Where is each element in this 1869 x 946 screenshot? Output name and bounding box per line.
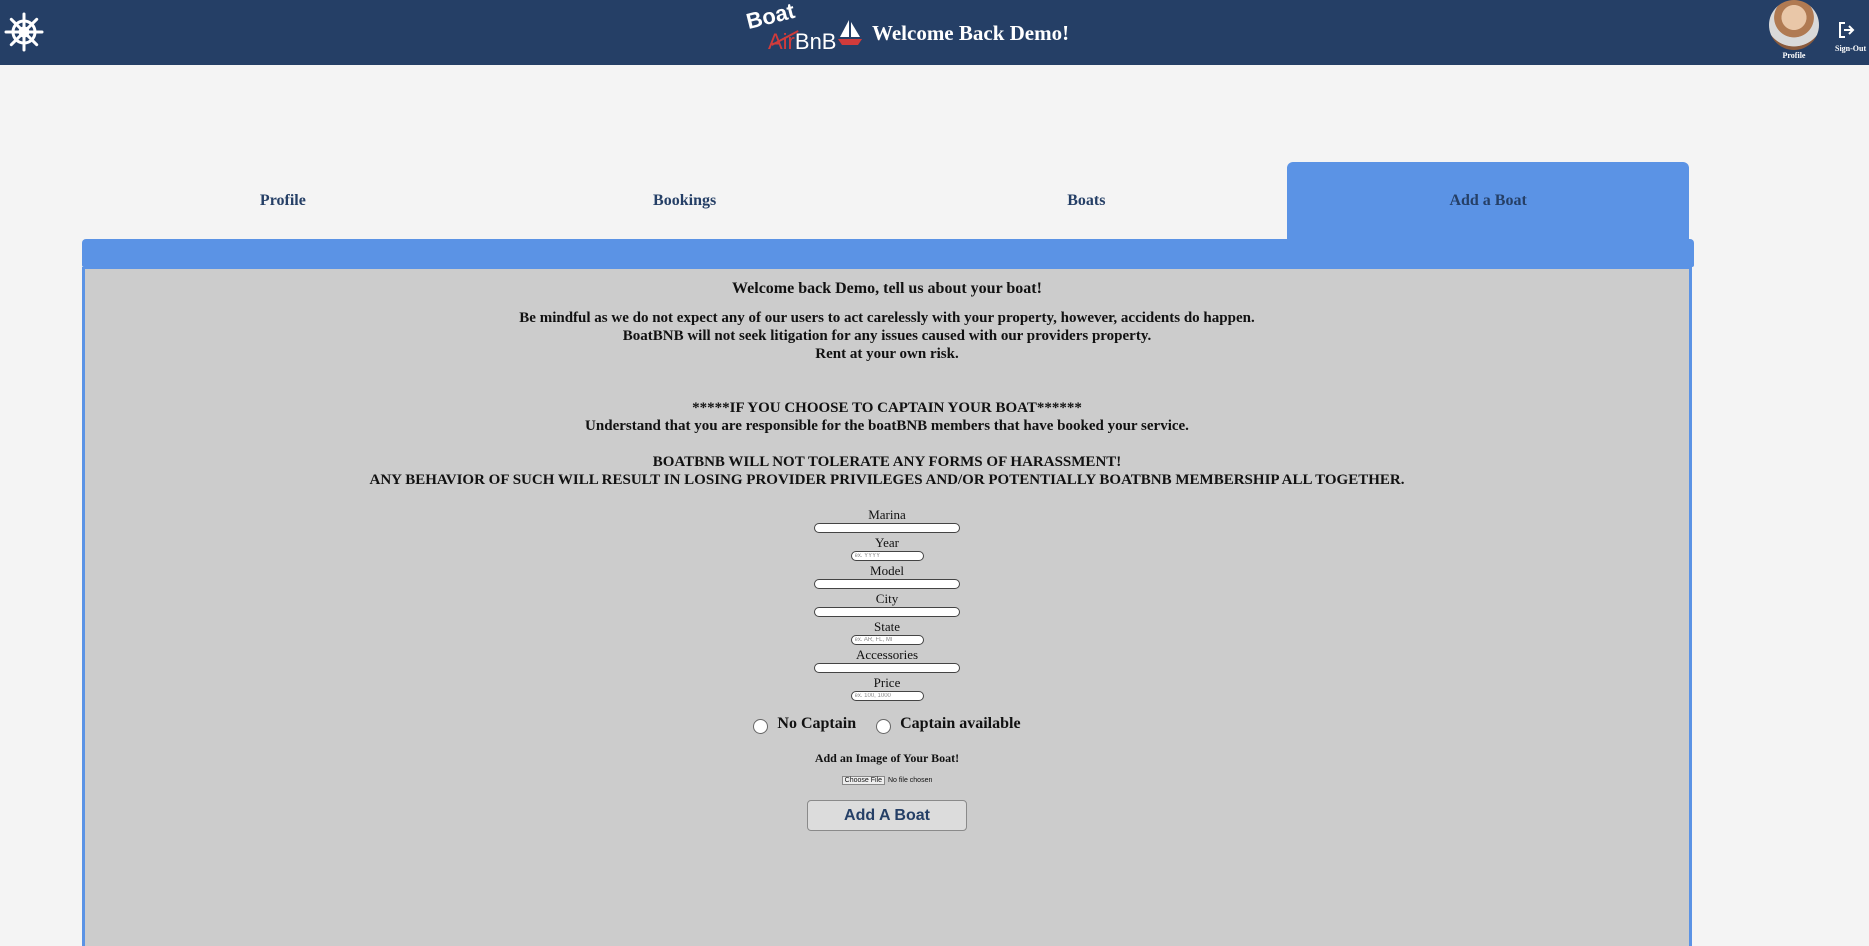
choose-file-button[interactable]: Choose File [841, 776, 885, 785]
add-boat-form: Marina Year Model City State Accessories… [85, 506, 1689, 831]
year-input[interactable] [850, 551, 924, 561]
captain-notice-text: Understand that you are responsible for … [585, 418, 1189, 434]
no-captain-label[interactable]: No Captain [777, 715, 856, 733]
captain-available-option[interactable]: Captain available [876, 715, 1021, 734]
marina-label: Marina [868, 507, 906, 522]
captain-notice-title: *****IF YOU CHOOSE TO CAPTAIN YOUR BOAT*… [692, 400, 1082, 416]
price-label: Price [873, 675, 901, 690]
harassment-text: ANY BEHAVIOR OF SUCH WILL RESULT IN LOSI… [369, 472, 1405, 488]
no-captain-option[interactable]: No Captain [753, 715, 856, 734]
sailboat-icon [838, 20, 862, 45]
add-boat-button[interactable]: Add A Boat [807, 800, 967, 831]
tab-underline-bar [82, 239, 1694, 267]
captain-available-radio[interactable] [876, 718, 892, 734]
city-label: City [875, 591, 899, 606]
file-status: No file chosen [888, 777, 933, 784]
accessories-label: Accessories [855, 647, 919, 662]
captain-options: No Captain Captain available [85, 715, 1689, 734]
state-input[interactable] [850, 635, 924, 645]
state-label: State [874, 619, 900, 634]
image-upload: Choose File No file chosen [85, 776, 1689, 785]
profile-link[interactable]: Profile [1768, 0, 1820, 60]
panel-heading: Welcome back Demo, tell us about your bo… [732, 280, 1042, 297]
model-label: Model [870, 563, 904, 578]
model-input[interactable] [814, 579, 960, 589]
city-input[interactable] [814, 607, 960, 617]
tab-profile[interactable]: Profile [82, 162, 484, 239]
harassment-title: BOATBNB WILL NOT TOLERATE ANY FORMS OF H… [652, 454, 1122, 470]
marina-input[interactable] [814, 523, 960, 533]
captain-notice-block: *****IF YOU CHOOSE TO CAPTAIN YOUR BOAT*… [85, 399, 1689, 435]
profile-label[interactable]: Profile [1768, 51, 1820, 60]
ship-wheel-icon[interactable] [4, 12, 44, 52]
no-captain-radio[interactable] [753, 718, 769, 734]
notice-line: Rent at your own risk. [815, 346, 959, 362]
logo-bnb-text: BnB [794, 29, 837, 54]
brand[interactable]: Boat AirBnB Welcome Back Demo! [744, 0, 1070, 62]
captain-available-label[interactable]: Captain available [900, 715, 1020, 733]
sign-out-icon[interactable] [1838, 22, 1856, 38]
tab-bookings[interactable]: Bookings [484, 162, 886, 239]
tab-add-a-boat[interactable]: Add a Boat [1287, 162, 1689, 239]
notice-line: Be mindful as we do not expect any of ou… [519, 310, 1255, 326]
logo[interactable]: Boat AirBnB [744, 0, 837, 59]
tab-boats[interactable]: Boats [886, 162, 1288, 239]
image-upload-label: Add an Image of Your Boat! [814, 751, 960, 765]
dashboard-tabs: Profile Bookings Boats Add a Boat [82, 162, 1689, 239]
notice-block: Be mindful as we do not expect any of ou… [85, 309, 1689, 363]
accessories-input[interactable] [814, 663, 960, 673]
harassment-block: BOATBNB WILL NOT TOLERATE ANY FORMS OF H… [85, 453, 1689, 489]
sign-out-label[interactable]: Sign-Out [1835, 44, 1869, 53]
sign-out-link[interactable]: Sign-Out [1835, 22, 1869, 53]
notice-line: BoatBNB will not seek litigation for any… [622, 328, 1152, 344]
welcome-title: Welcome Back Demo! [872, 20, 1070, 45]
top-navbar: Boat AirBnB Welcome Back Demo! Profile S… [0, 0, 1869, 65]
add-boat-panel: Welcome back Demo, tell us about your bo… [82, 267, 1692, 946]
price-input[interactable] [850, 691, 924, 701]
avatar[interactable] [1769, 0, 1819, 50]
year-label: Year [875, 535, 899, 550]
